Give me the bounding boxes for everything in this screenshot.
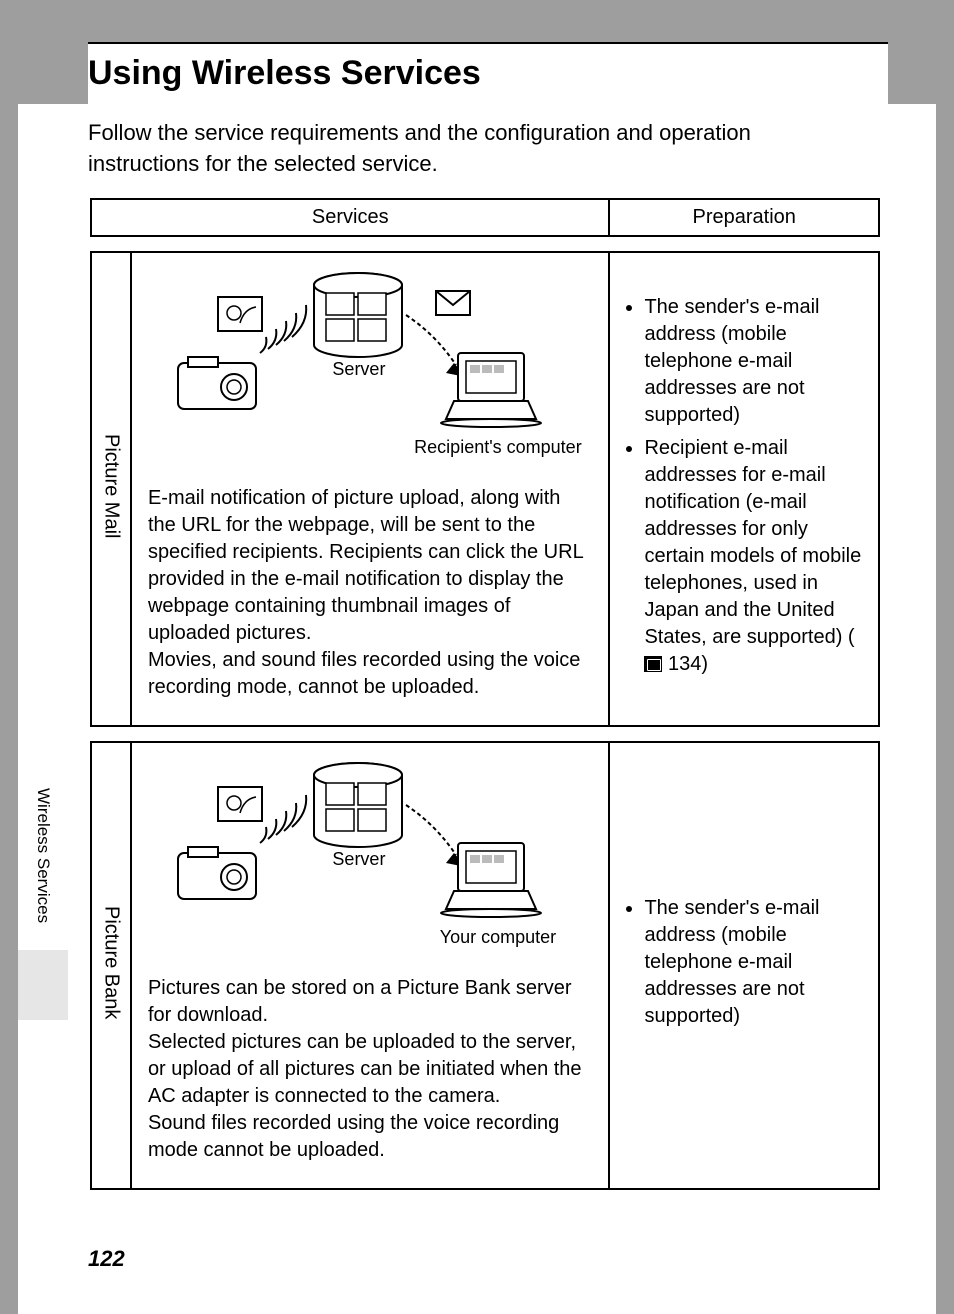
photo-icon: [218, 787, 262, 821]
target-label: Recipient's computer: [398, 437, 598, 458]
envelope-icon: [436, 291, 470, 315]
table-row: Picture Bank: [91, 742, 879, 1189]
server-icon: [314, 763, 402, 847]
service-description: E-mail notification of picture upload, a…: [148, 485, 593, 701]
server-icon: [314, 273, 402, 357]
table-header-row: Services Preparation: [91, 199, 879, 236]
row-label-picture-bank: Picture Bank: [91, 742, 131, 1189]
camera-icon: [178, 357, 256, 409]
service-cell: Server Your computer Pictures can be sto…: [131, 742, 610, 1189]
page-title: Using Wireless Services: [88, 54, 888, 93]
page-number: 122: [88, 1246, 125, 1272]
service-cell: Server Recipient's computer E-mail notif…: [131, 252, 610, 726]
section-tab: Wireless Services: [18, 766, 68, 946]
server-label: Server: [324, 359, 394, 380]
prep-item: The sender's e-mail address (mobile tele…: [644, 895, 864, 1030]
services-table: Services Preparation Picture Mail: [90, 198, 880, 1190]
service-description: Pictures can be stored on a Picture Bank…: [148, 975, 593, 1164]
col-services: Services: [91, 199, 609, 236]
photo-icon: [218, 297, 262, 331]
wireless-icon: [260, 305, 306, 353]
col-preparation: Preparation: [609, 199, 879, 236]
target-label: Your computer: [418, 927, 578, 948]
table-row: Picture Mail: [91, 252, 879, 726]
header: Using Wireless Services: [88, 42, 888, 106]
server-label: Server: [324, 849, 394, 870]
wireless-icon: [260, 795, 306, 843]
diagram-picture-bank: Server Your computer: [148, 761, 593, 961]
reference-icon: [644, 656, 662, 672]
preparation-cell: The sender's e-mail address (mobile tele…: [609, 742, 879, 1189]
section-tab-marker: [18, 950, 68, 1020]
prep-item: Recipient e-mail addresses for e-mail no…: [644, 435, 864, 678]
diagram-picture-mail: Server Recipient's computer: [148, 271, 593, 471]
preparation-cell: The sender's e-mail address (mobile tele…: [609, 252, 879, 726]
prep-item: The sender's e-mail address (mobile tele…: [644, 294, 864, 429]
intro-text: Follow the service requirements and the …: [88, 118, 868, 180]
row-label-picture-mail: Picture Mail: [91, 252, 131, 726]
camera-icon: [178, 847, 256, 899]
manual-page: Using Wireless Services Follow the servi…: [18, 0, 936, 1314]
